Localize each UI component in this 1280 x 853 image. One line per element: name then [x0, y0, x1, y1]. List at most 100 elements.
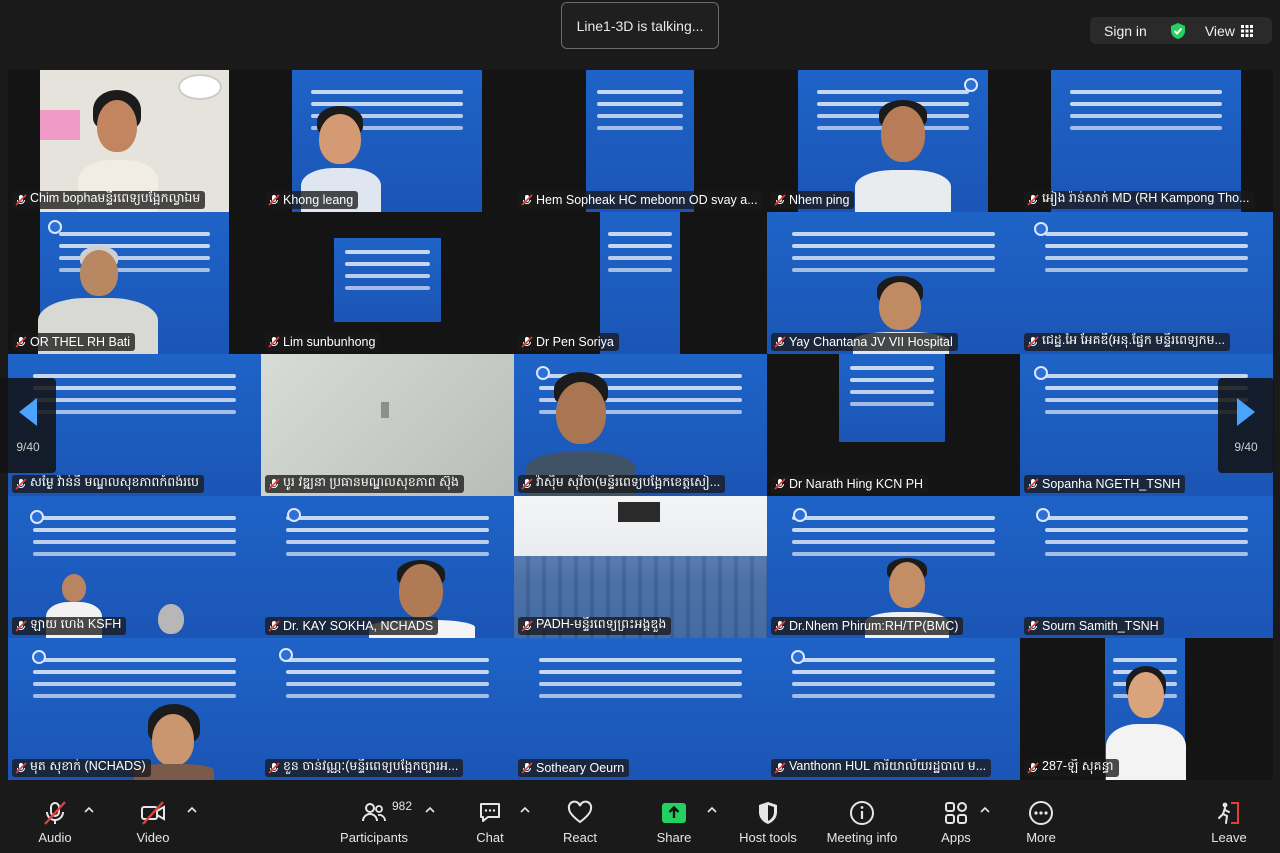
participant-name: សម្ងៃ វ៉ាន់នី មណ្ឌលសុខភាពកំពង់របេ — [30, 475, 199, 489]
participant-count: 982 — [392, 799, 413, 813]
video-tile[interactable]: Lim sunbunhong — [261, 212, 514, 354]
participant-name: Dr Narath Hing KCN PH — [789, 477, 924, 491]
muted-mic-icon — [521, 478, 533, 490]
page-indicator: 9/40 — [16, 439, 40, 454]
video-tile[interactable]: OR THEL RH Bati — [8, 212, 261, 354]
host-tools-button[interactable]: Host tools — [734, 791, 802, 853]
participant-name: Chim bophaមន្ទីរពេទ្យបង្អែកល្វាឯម — [30, 191, 201, 205]
participant-name: Hem Sopheak HC mebonn OD svay a... — [536, 193, 758, 207]
video-tile[interactable]: Yay Chantana JV VII Hospital — [767, 212, 1020, 354]
participant-name: អៀង រ៉ាន់សាក់ MD (RH Kampong Tho... — [1042, 191, 1250, 205]
camera-off-icon — [141, 800, 165, 825]
shield-icon — [759, 801, 777, 824]
previous-page-button[interactable]: 9/40 — [0, 378, 56, 473]
sign-in-link[interactable]: Sign in — [1104, 23, 1147, 39]
muted-mic-icon — [774, 194, 786, 206]
participant-photo — [154, 604, 188, 638]
participant-name: Dr Pen Soriya — [536, 335, 614, 349]
active-speaker-indicator: Line1-3D is talking... — [561, 2, 719, 49]
chevron-up-icon[interactable] — [520, 805, 530, 815]
participants-icon — [362, 802, 386, 821]
muted-mic-icon — [521, 620, 533, 632]
next-page-button[interactable]: 9/40 — [1218, 378, 1274, 473]
video-tile[interactable]: Hem Sopheak HC mebonn OD svay a... — [514, 70, 767, 212]
video-tile[interactable]: ជេដ្ឋ.អៃ អែគឌី(អនុ.ផ្នែក មន្ទីរពេទ្យកម..… — [1020, 212, 1273, 354]
muted-mic-icon — [521, 194, 533, 206]
participant-name: OR THEL RH Bati — [30, 335, 131, 349]
muted-mic-icon — [1027, 336, 1039, 348]
participant-name: Dr. KAY SOKHA, NCHADS — [283, 619, 434, 633]
apps-button[interactable]: Apps — [934, 791, 978, 853]
grid-icon — [1240, 24, 1253, 37]
view-button[interactable]: View — [1205, 23, 1253, 39]
video-tile[interactable]: PADH-មន្ទីរពេទ្យព្រះអង្គឌួង — [514, 496, 767, 638]
muted-mic-icon — [1027, 762, 1039, 774]
video-tile[interactable]: Chim bophaមន្ទីរពេទ្យបង្អែកល្វាឯម — [8, 70, 261, 212]
participant-name: Sotheary Oeurn — [536, 761, 625, 775]
muted-mic-icon — [1027, 194, 1039, 206]
muted-mic-icon — [15, 620, 27, 632]
video-tile[interactable]: Sotheary Oeurn — [514, 638, 767, 780]
video-tile[interactable]: Nhem ping — [767, 70, 1020, 212]
muted-mic-icon — [774, 336, 786, 348]
participant-name: មុត សុខាក់ (NCHADS) — [30, 759, 146, 773]
participant-name: 287-ឡី សុគន្ធា — [1042, 759, 1114, 773]
host-tools-label: Host tools — [739, 829, 797, 845]
video-tile[interactable]: បូរ វឌ្ឍនា ប្រធានមណ្ឌលសុខភាព ស៊ុង — [261, 354, 514, 496]
chevron-up-icon[interactable] — [425, 805, 435, 815]
video-tile[interactable]: Vanthonn HUL ការិយាល័យរដ្ឋបាល ម... — [767, 638, 1020, 780]
muted-mic-icon — [774, 762, 786, 774]
participants-label: Participants — [340, 829, 408, 845]
more-icon — [1029, 800, 1053, 825]
muted-mic-icon — [268, 478, 280, 490]
muted-mic-icon — [774, 620, 786, 632]
heart-icon — [567, 800, 593, 823]
video-tile[interactable]: វ៉ាសុិម សុវិចា(មន្ទីរពេទ្យបង្អែកខេត្តសៀ.… — [514, 354, 767, 496]
chevron-up-icon[interactable] — [707, 805, 717, 815]
chat-button[interactable]: Chat — [468, 791, 512, 853]
chevron-up-icon[interactable] — [187, 805, 197, 815]
muted-mic-icon — [15, 762, 27, 774]
chevron-up-icon[interactable] — [980, 805, 990, 815]
chevron-up-icon[interactable] — [84, 805, 94, 815]
share-screen-icon — [662, 802, 686, 823]
muted-mic-icon — [521, 336, 533, 348]
react-button[interactable]: React — [556, 791, 604, 853]
video-tile[interactable]: Sourn Samith_TSNH — [1020, 496, 1273, 638]
video-tile[interactable]: Dr.Nhem Phirum:RH/TP(BMC) — [767, 496, 1020, 638]
share-button[interactable]: Share — [650, 791, 698, 853]
video-tile[interactable]: អៀង រ៉ាន់សាក់ MD (RH Kampong Tho... — [1020, 70, 1273, 212]
muted-mic-icon — [521, 762, 533, 774]
audio-label: Audio — [38, 829, 72, 845]
muted-mic-icon — [15, 478, 27, 490]
participant-name: Nhem ping — [789, 193, 850, 207]
muted-mic-icon — [268, 620, 280, 632]
video-tile[interactable]: Dr Narath Hing KCN PH — [767, 354, 1020, 496]
participant-name: វ៉ាសុិម សុវិចា(មន្ទីរពេទ្យបង្អែកខេត្តសៀ.… — [536, 475, 721, 489]
encryption-shield-icon[interactable] — [1169, 22, 1187, 40]
video-tile[interactable]: Khong leang — [261, 70, 514, 212]
participant-name: PADH-មន្ទីរពេទ្យព្រះអង្គឌួង — [536, 617, 667, 631]
apps-label: Apps — [941, 829, 971, 845]
video-tile[interactable]: ខួន ចាន់វណ្ណៈ(មន្ទីរពេទ្យបង្អែកច្បារអ... — [261, 638, 514, 780]
view-label: View — [1204, 22, 1235, 39]
video-button[interactable]: Video — [128, 791, 178, 853]
apps-icon — [945, 801, 967, 824]
participant-name: ជេដ្ឋ.អៃ អែគឌី(អនុ.ផ្នែក មន្ទីរពេទ្យកម..… — [1042, 333, 1225, 347]
more-button[interactable]: More — [1019, 791, 1063, 853]
participant-name: Sopanha NGETH_TSNH — [1042, 477, 1181, 491]
participant-name: ខួន ចាន់វណ្ណៈ(មន្ទីរពេទ្យបង្អែកច្បារអ... — [283, 759, 459, 773]
video-tile[interactable]: 287-ឡី សុគន្ធា — [1020, 638, 1273, 780]
leave-button[interactable]: Leave — [1207, 791, 1251, 853]
audio-button[interactable]: Audio — [30, 791, 80, 853]
share-label: Share — [656, 829, 692, 845]
participant-name: Khong leang — [283, 193, 354, 207]
muted-mic-icon — [268, 336, 280, 348]
video-tile[interactable]: Dr. KAY SOKHA, NCHADS — [261, 496, 514, 638]
video-tile[interactable]: Dr Pen Soriya — [514, 212, 767, 354]
meeting-toolbar: Audio Video Participants 982 Chat React … — [0, 791, 1280, 853]
video-tile[interactable]: មុត សុខាក់ (NCHADS) — [8, 638, 261, 780]
meeting-info-button[interactable]: Meeting info — [820, 791, 904, 853]
leave-label: Leave — [1211, 829, 1247, 845]
video-tile[interactable]: ឡាយ ហេង KSFH — [8, 496, 261, 638]
